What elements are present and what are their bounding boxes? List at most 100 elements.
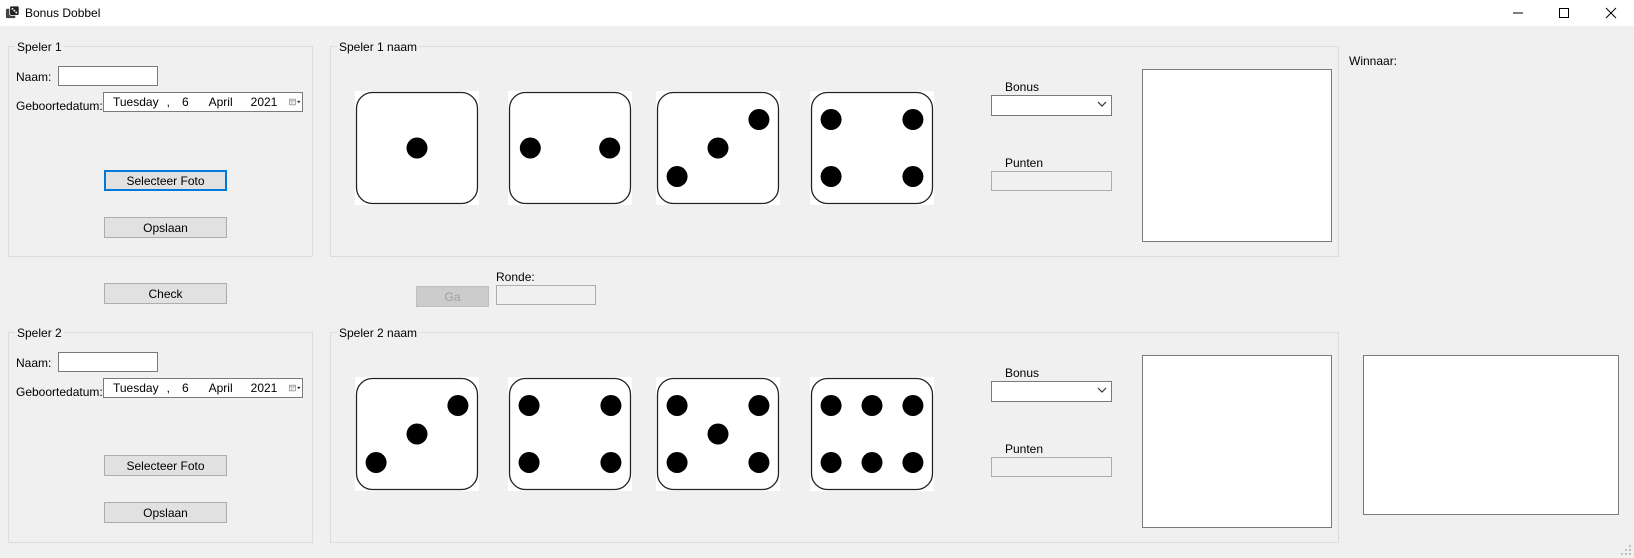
check-button[interactable]: Check — [104, 283, 227, 304]
speler2-legend: Speler 2 — [15, 326, 64, 340]
board2-die-4 — [810, 377, 934, 494]
date-sep: , — [166, 95, 170, 109]
resize-grip-icon[interactable] — [1620, 544, 1632, 556]
speler2-naam-label: Naam: — [16, 356, 52, 370]
board2-die-1 — [355, 377, 479, 494]
die-pip — [518, 452, 540, 473]
die-pip — [902, 166, 924, 187]
die-pip — [902, 395, 924, 416]
title-bar: Bonus Dobbel — [0, 0, 1634, 26]
die-pip — [902, 452, 924, 473]
die-pip — [406, 423, 428, 445]
die-pip — [519, 137, 541, 159]
die-face — [656, 91, 780, 205]
die-pip — [406, 137, 428, 159]
date-day: 6 — [181, 95, 189, 109]
die-face — [508, 377, 632, 491]
die-face — [508, 91, 632, 205]
speler1-naam-input[interactable] — [58, 66, 158, 86]
speler1-date-picker[interactable]: Tuesday , 6 April 2021 — [103, 92, 303, 112]
window-title: Bonus Dobbel — [25, 6, 101, 20]
date-year: 2021 — [250, 381, 278, 395]
die-pip — [820, 452, 842, 473]
speler2-geboortedatum-label: Geboortedatum: — [16, 385, 103, 399]
board2-legend: Speler 2 naam — [337, 326, 420, 340]
minimize-icon — [1513, 12, 1523, 14]
maximize-icon — [1559, 8, 1569, 18]
ronde-field[interactable] — [496, 285, 596, 305]
calendar-dropdown-icon[interactable] — [289, 96, 302, 108]
close-icon — [1605, 7, 1617, 19]
die-pip — [748, 109, 770, 130]
die-pip — [748, 395, 770, 416]
board2-punten-label: Punten — [1005, 442, 1044, 456]
date-weekday: Tuesday — [113, 95, 159, 109]
ga-button[interactable]: Ga — [416, 286, 489, 307]
die-pip — [666, 452, 688, 473]
speler2-date-picker[interactable]: Tuesday , 6 April 2021 — [103, 378, 303, 398]
die-pip — [707, 423, 729, 445]
board1-die-3 — [656, 91, 780, 208]
board1-photo-box — [1142, 69, 1332, 242]
ronde-label: Ronde: — [496, 270, 535, 284]
die-face — [355, 91, 479, 205]
calendar-dropdown-icon[interactable] — [289, 382, 302, 394]
board1-die-4 — [810, 91, 934, 208]
board1-die-1 — [355, 91, 479, 208]
maximize-button[interactable] — [1541, 0, 1587, 26]
winner-photo-box — [1363, 355, 1619, 515]
die-pip — [666, 395, 688, 416]
die-face — [656, 377, 780, 491]
board1-die-2 — [508, 91, 632, 208]
die-pip — [365, 452, 387, 473]
minimize-button[interactable] — [1495, 0, 1541, 26]
dice-app-icon — [5, 5, 20, 19]
die-face — [355, 377, 479, 491]
date-sep: , — [166, 381, 170, 395]
die-face — [810, 377, 934, 491]
date-month: April — [208, 381, 233, 395]
board2-photo-box — [1142, 355, 1332, 528]
die-pip — [666, 166, 688, 187]
die-pip — [820, 109, 842, 130]
speler1-legend: Speler 1 — [15, 40, 64, 54]
date-day: 6 — [181, 381, 189, 395]
die-pip — [707, 137, 729, 159]
close-button[interactable] — [1588, 0, 1634, 26]
speler1-select-photo-button[interactable]: Selecteer Foto — [104, 170, 227, 191]
board2-bonus-label: Bonus — [1005, 366, 1040, 380]
board1-bonus-label: Bonus — [1005, 80, 1040, 94]
die-pip — [748, 452, 770, 473]
board1-punten-label: Punten — [1005, 156, 1044, 170]
die-pip — [902, 109, 924, 130]
die-pip — [447, 395, 469, 416]
die-pip — [518, 395, 540, 416]
die-pip — [820, 395, 842, 416]
die-pip — [600, 452, 622, 473]
chevron-down-icon — [1097, 387, 1107, 393]
speler1-naam-label: Naam: — [16, 70, 52, 84]
die-pip — [600, 395, 622, 416]
die-pip — [599, 137, 621, 159]
date-weekday: Tuesday — [113, 381, 159, 395]
board2-bonus-select[interactable] — [991, 381, 1112, 402]
speler2-naam-input[interactable] — [58, 352, 158, 372]
board2-punten-field[interactable] — [991, 457, 1112, 477]
die-pip — [861, 452, 883, 473]
chevron-down-icon — [1097, 101, 1107, 107]
die-face — [810, 91, 934, 205]
board1-bonus-select[interactable] — [991, 95, 1112, 116]
speler2-select-photo-button[interactable]: Selecteer Foto — [104, 455, 227, 476]
date-month: April — [208, 95, 233, 109]
die-pip — [861, 395, 883, 416]
speler1-save-button[interactable]: Opslaan — [104, 217, 227, 238]
date-year: 2021 — [250, 95, 278, 109]
winner-label: Winnaar: — [1349, 54, 1398, 68]
board1-punten-field[interactable] — [991, 171, 1112, 191]
board2-die-3 — [656, 377, 780, 494]
board1-legend: Speler 1 naam — [337, 40, 420, 54]
board2-die-2 — [508, 377, 632, 494]
die-pip — [820, 166, 842, 187]
speler1-geboortedatum-label: Geboortedatum: — [16, 99, 103, 113]
speler2-save-button[interactable]: Opslaan — [104, 502, 227, 523]
